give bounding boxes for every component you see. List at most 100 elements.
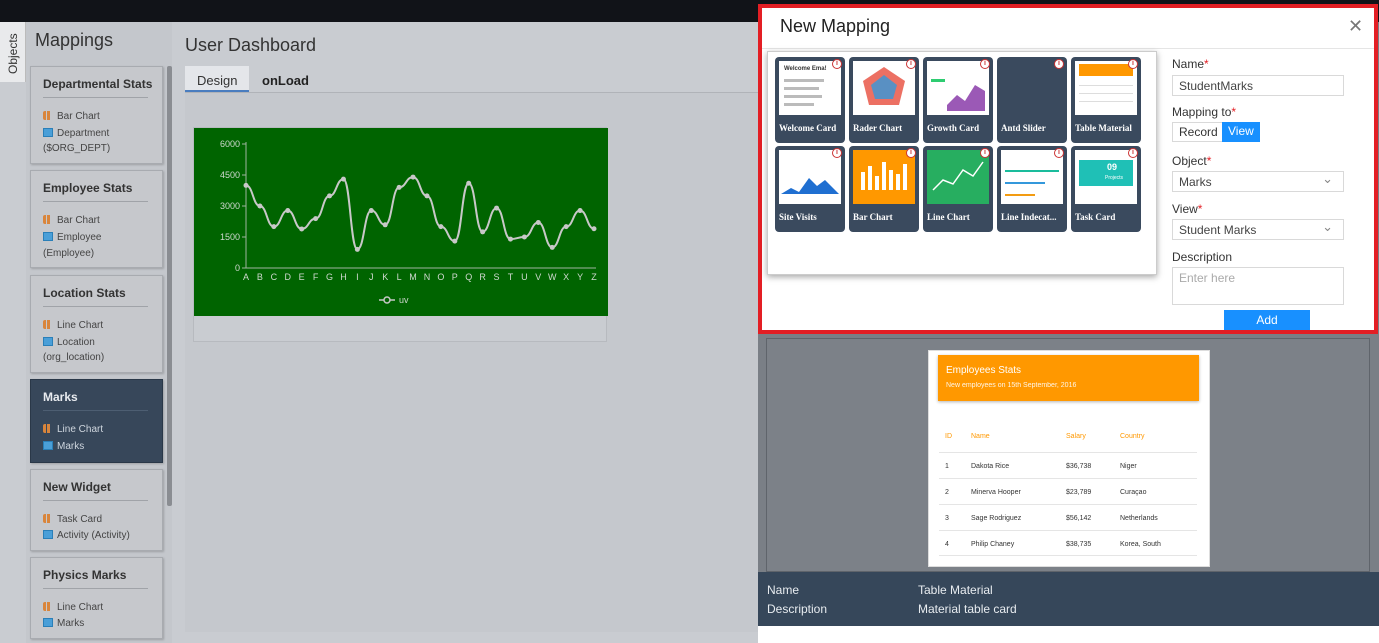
chart-widget[interactable]: 0 1500 3000 4500 6000 A B C D E F G H I J K L M N O P Q R S T U V W… — [193, 127, 608, 342]
thumb-line — [1079, 93, 1133, 94]
tab-onload[interactable]: onLoad — [250, 66, 321, 92]
thumb-text: Projects — [1105, 175, 1124, 181]
data-point — [285, 208, 291, 214]
x-tick-label: S — [494, 272, 500, 282]
welcome-card-thumb-icon: Welcome Ema! — [779, 61, 841, 115]
x-tick-label: K — [382, 272, 388, 282]
cell: Niger — [1120, 463, 1137, 470]
data-point — [535, 220, 541, 226]
y-tick-label: 6000 — [220, 139, 240, 149]
mapping-card-physics-marks[interactable]: Physics Marks Line Chart Marks — [30, 557, 163, 639]
cell: $56,142 — [1066, 515, 1092, 522]
x-tick-label: N — [424, 272, 431, 282]
mapping-view-option[interactable]: View — [1222, 122, 1260, 142]
line-chart: 0 1500 3000 4500 6000 A B C D E F G H I J K L M N O P Q R S T U V W… — [220, 139, 597, 305]
mapping-card-employee-stats[interactable]: Employee Stats Bar Chart Employee (Emplo… — [30, 170, 163, 268]
info-icon[interactable]: i — [980, 148, 990, 158]
view-select[interactable]: Student Marks — [1172, 219, 1344, 240]
info-icon[interactable]: i — [1128, 59, 1138, 69]
preview-header-title: Employees Stats — [946, 365, 1022, 376]
cell: 3 — [945, 515, 949, 522]
view-label: View* — [1172, 202, 1203, 216]
card-title: Marks — [43, 390, 78, 404]
info-icon[interactable]: i — [906, 59, 916, 69]
widget-label: Antd Slider — [1001, 123, 1046, 133]
cell: 1 — [945, 463, 949, 470]
info-icon[interactable]: i — [1054, 59, 1064, 69]
card-chart: Task Card — [57, 514, 103, 525]
x-tick-label: G — [326, 272, 333, 282]
thumb-line — [784, 87, 819, 90]
table-row: 2 Minerva Hooper $23,789 Curaçao — [939, 478, 1197, 504]
cell: Dakota Rice — [971, 463, 1010, 470]
objects-side-tab[interactable]: Objects — [0, 22, 26, 82]
tab-design[interactable]: Design — [185, 66, 250, 92]
info-description-value: Material table card — [918, 602, 1017, 616]
mapping-to-label: Mapping to* — [1172, 105, 1237, 119]
info-icon[interactable]: i — [906, 148, 916, 158]
card-object: Employee — [57, 232, 102, 243]
name-field[interactable]: StudentMarks — [1172, 75, 1344, 96]
widget-bar-chart[interactable]: i Bar Chart — [849, 146, 919, 232]
widget-task-card[interactable]: 09 Projects i Task Card — [1071, 146, 1141, 232]
x-tick-label: L — [397, 272, 402, 282]
add-button[interactable]: Add — [1224, 310, 1310, 330]
widget-table-material[interactable]: i Table Material — [1071, 57, 1141, 143]
thumb-text: Welcome Ema! — [784, 66, 827, 72]
cell: $36,738 — [1066, 463, 1092, 470]
widget-line-indicator[interactable]: i Line Indecat... — [997, 146, 1067, 232]
card-object: Activity (Activity) — [57, 530, 130, 541]
thumb-task-box: 09 Projects — [1079, 160, 1133, 186]
x-tick-label: A — [243, 272, 249, 282]
widget-label: Table Material — [1075, 123, 1132, 133]
description-textarea[interactable]: Enter here — [1172, 267, 1344, 305]
cell: Minerva Hooper — [971, 489, 1021, 496]
info-icon[interactable]: i — [1054, 148, 1064, 158]
card-chart: Bar Chart — [57, 111, 100, 122]
card-object: Marks — [57, 618, 85, 629]
object-select[interactable]: Marks — [1172, 171, 1344, 192]
cell: Sage Rodriguez — [971, 515, 1022, 522]
card-title: Physics Marks — [43, 568, 127, 582]
series-line — [245, 176, 595, 251]
chart-icon — [43, 602, 53, 611]
x-tick-label: P — [452, 272, 458, 282]
mapping-card-location-stats[interactable]: Location Stats Line Chart Location (org_… — [30, 275, 163, 373]
mapping-record-option[interactable]: Record — [1172, 122, 1225, 142]
widget-line-chart[interactable]: i Line Chart — [923, 146, 993, 232]
divider — [43, 306, 148, 307]
x-tick-label: E — [299, 272, 305, 282]
table-icon — [43, 232, 53, 241]
info-icon[interactable]: i — [980, 59, 990, 69]
widget-site-visits[interactable]: i Site Visits — [775, 146, 845, 232]
data-point — [507, 236, 513, 242]
info-icon[interactable]: i — [832, 148, 842, 158]
page-title: User Dashboard — [185, 35, 317, 55]
close-icon[interactable]: ✕ — [1348, 16, 1363, 37]
y-tick-label: 3000 — [220, 201, 240, 211]
widget-rader-chart[interactable]: i Rader Chart — [849, 57, 919, 143]
card-chart: Bar Chart — [57, 215, 100, 226]
name-label: Name* — [1172, 57, 1209, 71]
description-label: Description — [1172, 250, 1233, 264]
chart-container: 0 1500 3000 4500 6000 A B C D E F G H I J K L M N O P Q R S T U V W… — [194, 128, 608, 316]
widget-antd-slider[interactable]: i Antd Slider — [997, 57, 1067, 143]
mapping-card-marks[interactable]: Marks Line Chart Marks — [30, 379, 163, 463]
mapping-card-new-widget[interactable]: New Widget Task Card Activity (Activity) — [30, 469, 163, 551]
x-tick-label: Y — [577, 272, 583, 282]
widget-growth-card[interactable]: i Growth Card — [923, 57, 993, 143]
widget-label: Line Indecat... — [1001, 212, 1057, 222]
x-tick-label: Z — [591, 272, 597, 282]
info-icon[interactable]: i — [832, 59, 842, 69]
thumb-text: 09 — [1107, 162, 1118, 172]
column-header: Salary — [1066, 433, 1086, 440]
widget-welcome-card[interactable]: Welcome Ema! i Welcome Card — [775, 57, 845, 143]
table-icon — [43, 128, 53, 137]
widget-label: Line Chart — [927, 212, 970, 222]
x-tick-label: B — [257, 272, 263, 282]
info-icon[interactable]: i — [1128, 148, 1138, 158]
mapping-card-departmental-stats[interactable]: Departmental Stats Bar Chart Department … — [30, 66, 163, 164]
x-tick-label: Q — [465, 272, 472, 282]
data-point — [257, 203, 263, 209]
line-chart-thumb-icon — [927, 150, 989, 204]
